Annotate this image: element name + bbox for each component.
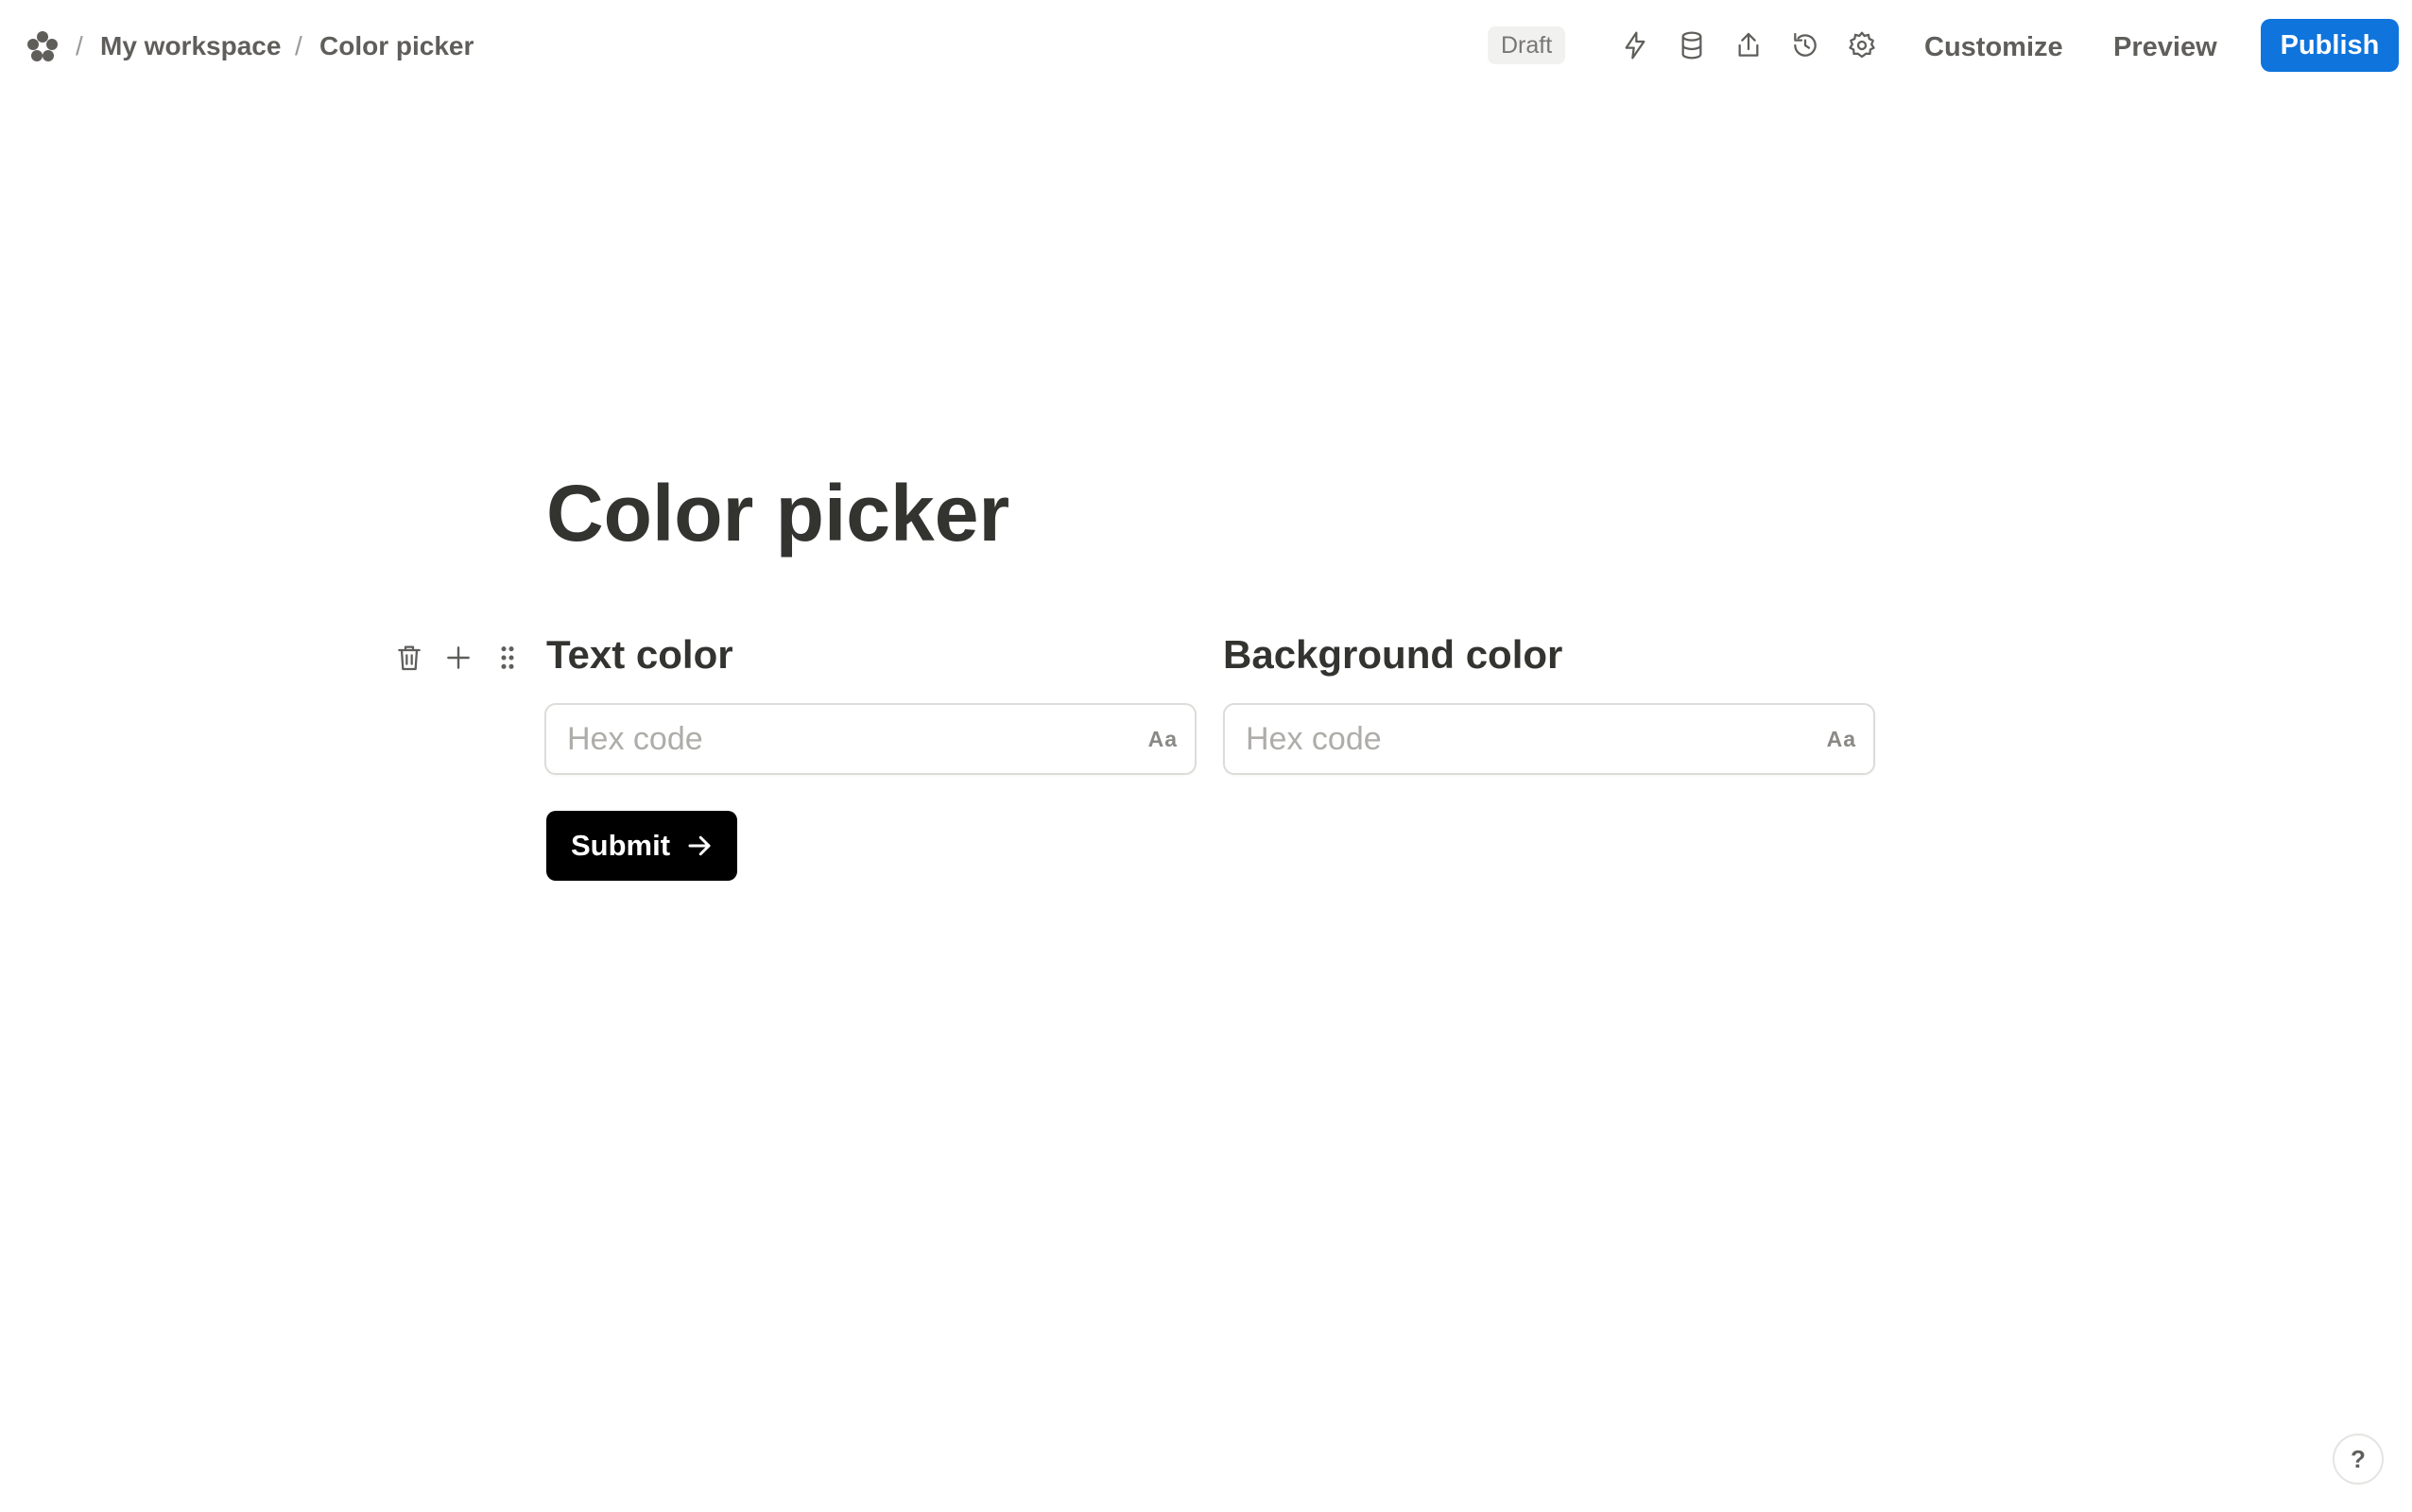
background-color-field[interactable]: Aa <box>1223 703 1875 775</box>
preview-button[interactable]: Preview <box>2113 23 2217 72</box>
customize-button[interactable]: Customize <box>1924 23 2063 72</box>
trash-icon[interactable] <box>390 639 428 677</box>
breadcrumb-current-page[interactable]: Color picker <box>319 28 474 64</box>
plus-icon[interactable] <box>439 639 477 677</box>
arrow-right-icon <box>688 835 711 856</box>
text-color-input[interactable] <box>565 705 1094 773</box>
text-color-label: Text color <box>546 632 733 677</box>
lightning-icon[interactable] <box>1616 26 1654 64</box>
text-type-icon: Aa <box>1147 727 1178 751</box>
submit-button[interactable]: Submit <box>546 811 737 881</box>
share-icon[interactable] <box>1730 26 1767 64</box>
help-button[interactable]: ? <box>2333 1434 2384 1485</box>
settings-icon[interactable] <box>1843 26 1881 64</box>
workspace-logo-icon[interactable] <box>25 28 60 64</box>
page-title[interactable]: Color picker <box>546 461 1009 565</box>
publish-button[interactable]: Publish <box>2261 19 2399 72</box>
history-icon[interactable] <box>1786 26 1824 64</box>
database-icon[interactable] <box>1673 26 1711 64</box>
submit-button-label: Submit <box>571 829 671 862</box>
breadcrumb-separator: / <box>76 31 83 60</box>
background-color-input[interactable] <box>1244 705 1773 773</box>
drag-handle-icon[interactable] <box>489 639 526 677</box>
text-color-field[interactable]: Aa <box>544 703 1197 775</box>
background-color-label: Background color <box>1223 632 1563 677</box>
status-badge: Draft <box>1488 26 1566 64</box>
top-bar: / My workspace / Color picker Draft Cust… <box>0 0 2412 93</box>
breadcrumb-workspace[interactable]: My workspace <box>100 28 281 64</box>
text-type-icon: Aa <box>1826 727 1856 751</box>
breadcrumb-separator: / <box>295 31 302 60</box>
